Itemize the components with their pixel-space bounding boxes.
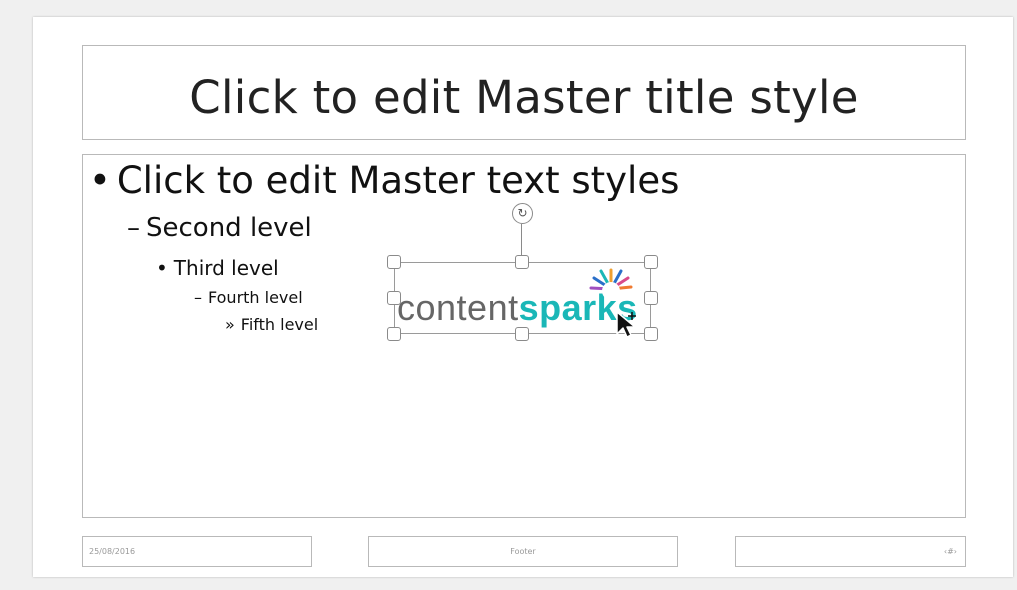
slide-number-text: ‹#› — [943, 547, 957, 556]
date-text: 25/08/2016 — [89, 547, 136, 556]
resize-handle-top-center[interactable] — [515, 255, 529, 269]
date-placeholder[interactable]: 25/08/2016 — [82, 536, 312, 567]
body-level-5[interactable]: » Fifth level — [225, 315, 318, 334]
body-level-1[interactable]: • Click to edit Master text styles — [89, 159, 679, 202]
body-level-4[interactable]: – Fourth level — [194, 288, 303, 307]
level-1-text[interactable]: Click to edit Master text styles — [117, 159, 680, 202]
level-5-bullet: » — [225, 315, 235, 334]
move-cursor-icon — [616, 311, 636, 338]
slide-master-canvas: Click to edit Master title style • Click … — [33, 17, 1013, 577]
level-1-bullet: • — [89, 159, 111, 202]
logo-word-content: content — [397, 287, 519, 328]
resize-handle-middle-right[interactable] — [644, 291, 658, 305]
level-4-bullet: – — [194, 288, 202, 307]
level-5-text[interactable]: Fifth level — [241, 315, 318, 334]
resize-handle-top-right[interactable] — [644, 255, 658, 269]
resize-handle-bottom-left[interactable] — [387, 327, 401, 341]
level-4-text[interactable]: Fourth level — [208, 288, 303, 307]
level-3-bullet: • — [156, 256, 168, 280]
level-2-text[interactable]: Second level — [146, 213, 312, 243]
title-placeholder[interactable]: Click to edit Master title style — [82, 45, 966, 140]
body-level-2[interactable]: – Second level — [127, 213, 312, 243]
title-placeholder-text[interactable]: Click to edit Master title style — [189, 71, 858, 124]
resize-handle-middle-left[interactable] — [387, 291, 401, 305]
resize-handle-bottom-center[interactable] — [515, 327, 529, 341]
slide-number-placeholder[interactable]: ‹#› — [735, 536, 966, 567]
resize-handle-bottom-right[interactable] — [644, 327, 658, 341]
sparks-burst-icon — [589, 268, 633, 300]
footer-placeholder[interactable]: Footer — [368, 536, 678, 567]
body-level-3[interactable]: • Third level — [156, 256, 279, 280]
footer-text: Footer — [510, 547, 536, 556]
level-3-text[interactable]: Third level — [174, 256, 279, 280]
resize-handle-top-left[interactable] — [387, 255, 401, 269]
level-2-bullet: – — [127, 213, 140, 243]
rotate-handle-icon[interactable]: ↻ — [512, 203, 533, 224]
